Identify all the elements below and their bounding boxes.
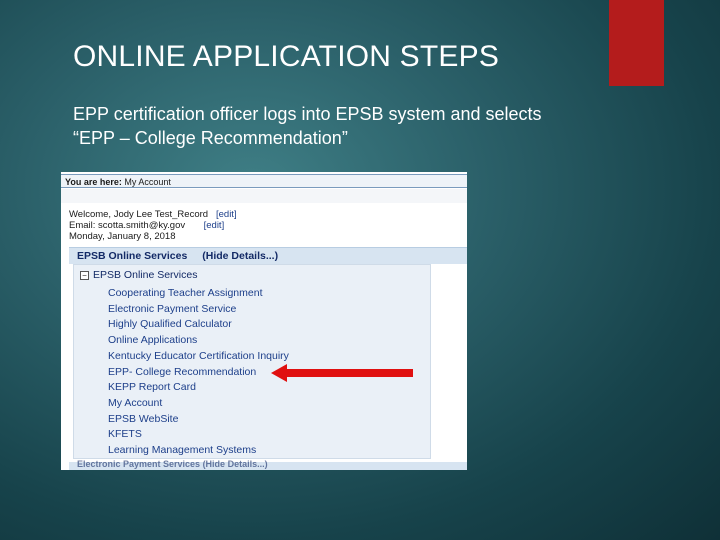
- link-kentucky-educator-certification-inquiry[interactable]: Kentucky Educator Certification Inquiry: [108, 349, 289, 365]
- link-highly-qualified-calculator[interactable]: Highly Qualified Calculator: [108, 317, 289, 333]
- date-text: Monday, January 8, 2018: [69, 231, 176, 242]
- section-title: EPSB Online Services: [77, 250, 188, 262]
- services-group-toggle[interactable]: − EPSB Online Services: [80, 269, 197, 281]
- collapse-icon[interactable]: −: [80, 270, 89, 280]
- breadcrumb-label: You are here:: [65, 177, 122, 187]
- link-cooperating-teacher-assignment[interactable]: Cooperating Teacher Assignment: [108, 286, 289, 302]
- header-band: [61, 189, 467, 203]
- link-my-account[interactable]: My Account: [108, 396, 289, 412]
- breadcrumb: You are here: My Account: [61, 174, 467, 188]
- group-label: EPSB Online Services: [93, 269, 198, 281]
- section-header-payment-services: Electronic Payment Services (Hide Detail…: [69, 459, 467, 470]
- next-section-title: Electronic Payment Services (Hide Detail…: [77, 459, 268, 469]
- section-header-online-services: EPSB Online Services (Hide Details...): [69, 247, 467, 264]
- embedded-screenshot: You are here: My Account Welcome, Jody L…: [61, 172, 467, 470]
- welcome-text: Welcome, Jody Lee Test_Record: [69, 209, 209, 220]
- link-electronic-payment-service[interactable]: Electronic Payment Service: [108, 302, 289, 318]
- arrow-shaft: [285, 369, 413, 377]
- accent-bar: [609, 0, 664, 86]
- welcome-block: Welcome, Jody Lee Test_Record [edit] Ema…: [69, 209, 237, 242]
- slide-title: ONLINE APPLICATION STEPS: [73, 40, 500, 73]
- edit-name-link[interactable]: [edit]: [216, 209, 237, 220]
- services-panel: − EPSB Online Services Cooperating Teach…: [73, 264, 431, 459]
- pointer-arrow-icon: [271, 364, 413, 382]
- arrow-head: [271, 364, 287, 382]
- link-kepp-report-card[interactable]: KEPP Report Card: [108, 380, 289, 396]
- link-epp-college-recommendation[interactable]: EPP- College Recommendation: [108, 365, 289, 381]
- link-online-applications[interactable]: Online Applications: [108, 333, 289, 349]
- email-text: Email: scotta.smith@ky.gov: [69, 220, 186, 231]
- hide-details-link[interactable]: (Hide Details...): [202, 250, 278, 262]
- link-epsb-website[interactable]: EPSB WebSite: [108, 412, 289, 428]
- edit-email-link[interactable]: [edit]: [204, 220, 225, 231]
- link-learning-management-systems[interactable]: Learning Management Systems: [108, 443, 289, 459]
- slide-body-text: EPP certification officer logs into EPSB…: [73, 104, 542, 148]
- link-kfets[interactable]: KFETS: [108, 427, 289, 443]
- breadcrumb-value: My Account: [124, 177, 171, 187]
- services-link-list: Cooperating Teacher Assignment Electroni…: [108, 286, 289, 459]
